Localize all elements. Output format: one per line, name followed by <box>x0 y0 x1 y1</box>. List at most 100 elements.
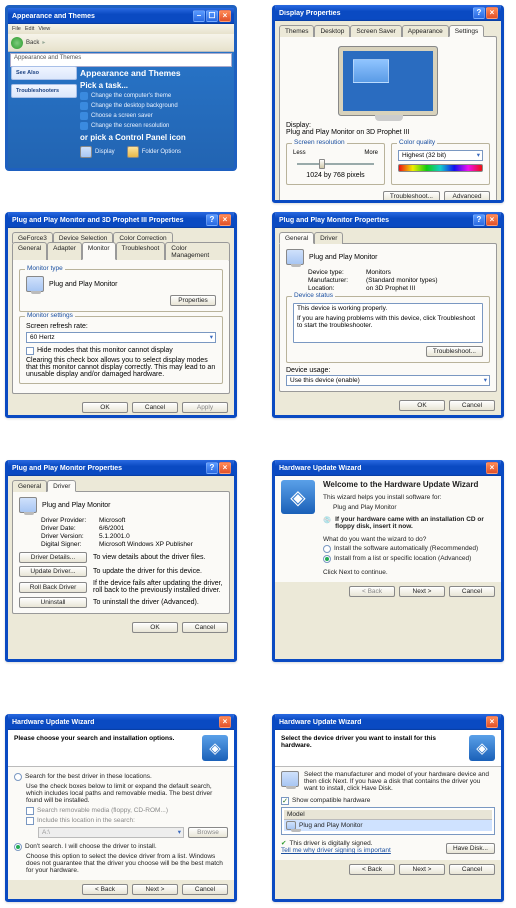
radio-icon <box>14 773 22 781</box>
check-location[interactable]: Include this location in the search: <box>26 817 228 825</box>
tab-driver[interactable]: Driver <box>47 480 76 492</box>
cp-icon-folder[interactable]: Folder Options <box>127 146 181 158</box>
next-button[interactable]: Next > <box>132 884 178 895</box>
close-button[interactable]: × <box>219 716 231 728</box>
task-link[interactable]: Change the desktop background <box>80 102 228 110</box>
back-icon[interactable] <box>11 37 23 49</box>
maximize-button[interactable]: ☐ <box>206 10 218 22</box>
tab-general[interactable]: General <box>12 480 47 492</box>
check-removable[interactable]: Search removable media (floppy, CD-ROM..… <box>26 807 228 815</box>
radio-icon <box>323 555 331 563</box>
ok-button[interactable]: OK <box>399 400 445 411</box>
resolution-slider[interactable] <box>293 156 378 172</box>
update-driver-button[interactable]: Update Driver... <box>19 566 87 577</box>
cp-icon-display[interactable]: Display <box>80 146 115 158</box>
tab-appearance[interactable]: Appearance <box>402 25 449 37</box>
tab-troubleshoot[interactable]: Troubleshoot <box>116 242 166 260</box>
tab-themes[interactable]: Themes <box>279 25 314 37</box>
task-icon <box>80 92 88 100</box>
ok-button[interactable]: OK <box>82 402 128 413</box>
uninstall-button[interactable]: Uninstall <box>19 597 87 608</box>
resolution-label: Screen resolution <box>292 139 347 146</box>
tab-desktop[interactable]: Desktop <box>314 25 350 37</box>
signing-link[interactable]: Tell me why driver signing is important <box>281 847 391 854</box>
browse-button[interactable]: Browse <box>188 827 228 838</box>
task-link[interactable]: Change the screen resolution <box>80 122 228 130</box>
help-button[interactable]: ? <box>206 214 218 226</box>
see-also-card: See Also <box>11 66 77 80</box>
color-bar <box>398 164 483 172</box>
cancel-button[interactable]: Cancel <box>449 586 495 597</box>
path-select[interactable]: A:\ <box>38 827 184 838</box>
close-button[interactable]: × <box>486 462 498 474</box>
resolution-value: 1024 by 768 pixels <box>293 172 378 179</box>
task-link[interactable]: Change the computer's theme <box>80 92 228 100</box>
tab-general[interactable]: General <box>279 232 314 244</box>
cancel-button[interactable]: Cancel <box>449 864 495 875</box>
menu-edit[interactable]: Edit <box>25 26 34 32</box>
cancel-button[interactable]: Cancel <box>182 884 228 895</box>
window-title: Appearance and Themes <box>12 13 193 20</box>
close-button[interactable]: × <box>219 462 231 474</box>
folder-icon <box>127 146 139 158</box>
hide-modes-checkbox[interactable]: Hide modes that this monitor cannot disp… <box>26 347 216 355</box>
apply-button[interactable]: Apply <box>182 402 228 413</box>
checkbox-icon <box>26 347 34 355</box>
troubleshoot-button[interactable]: Troubleshoot... <box>383 191 440 202</box>
ok-button[interactable]: OK <box>132 622 178 633</box>
back-button[interactable]: < Back <box>349 586 395 597</box>
device-info: Device type:Monitors Manufacturer:(Stand… <box>308 269 490 292</box>
back-button[interactable]: < Back <box>349 864 395 875</box>
tab-monitor[interactable]: Monitor <box>82 242 116 260</box>
cd-icon: 💿 <box>323 516 331 530</box>
troubleshoot-button[interactable]: Troubleshoot... <box>426 346 483 357</box>
close-button[interactable]: × <box>486 716 498 728</box>
tab-color-management[interactable]: Color Management <box>165 242 230 260</box>
show-compatible-checkbox[interactable]: ✓Show compatible hardware <box>281 797 495 805</box>
next-button[interactable]: Next > <box>399 586 445 597</box>
list-item[interactable]: Plug and Play Monitor <box>284 820 492 831</box>
titlebar: Plug and Play Monitor and 3D Prophet III… <box>8 212 234 228</box>
radio-advanced[interactable]: Install from a list or specific location… <box>323 555 495 563</box>
cancel-button[interactable]: Cancel <box>449 400 495 411</box>
color-quality-select[interactable]: Highest (32 bit) <box>398 150 483 161</box>
tab-settings[interactable]: Settings <box>449 25 485 37</box>
close-button[interactable]: × <box>486 214 498 226</box>
tab-driver[interactable]: Driver <box>314 232 343 244</box>
rollback-driver-button[interactable]: Roll Back Driver <box>19 582 87 593</box>
help-button[interactable]: ? <box>473 214 485 226</box>
tab-general[interactable]: General <box>12 242 47 260</box>
driver-panel: Plug and Play Monitor Driver Provider:Mi… <box>12 491 230 614</box>
or-heading: or pick a Control Panel icon <box>80 133 228 142</box>
close-button[interactable]: × <box>219 10 231 22</box>
refresh-select[interactable]: 60 Hertz <box>26 332 216 343</box>
tab-adapter[interactable]: Adapter <box>47 242 82 260</box>
model-listbox[interactable]: Model Plug and Play Monitor <box>281 807 495 835</box>
back-label[interactable]: Back <box>26 40 39 46</box>
fwd-icon[interactable]: ▸ <box>42 39 45 46</box>
minimize-button[interactable]: – <box>193 10 205 22</box>
menu-view[interactable]: View <box>38 26 50 32</box>
close-button[interactable]: × <box>219 214 231 226</box>
advanced-button[interactable]: Advanced <box>444 191 490 202</box>
help-button[interactable]: ? <box>206 462 218 474</box>
task-link[interactable]: Choose a screen saver <box>80 112 228 120</box>
close-button[interactable]: × <box>486 7 498 19</box>
cancel-button[interactable]: Cancel <box>182 622 228 633</box>
device-usage-select[interactable]: Use this device (enable) <box>286 375 490 386</box>
radio-auto[interactable]: Install the software automatically (Reco… <box>323 545 495 553</box>
menu-file[interactable]: File <box>12 26 21 32</box>
driver-details-button[interactable]: Driver Details... <box>19 552 87 563</box>
have-disk-button[interactable]: Have Disk... <box>446 843 495 854</box>
address-bar[interactable]: Appearance and Themes <box>10 53 232 67</box>
radio-search[interactable]: Search for the best driver in these loca… <box>14 773 228 781</box>
properties-button[interactable]: Properties <box>170 295 216 306</box>
help-button[interactable]: ? <box>473 7 485 19</box>
radio-dont-search[interactable]: Don't search. I will choose the driver t… <box>14 843 228 851</box>
tab-screensaver[interactable]: Screen Saver <box>350 25 401 37</box>
welcome-heading: Welcome to the Hardware Update Wizard <box>323 480 495 489</box>
back-button[interactable]: < Back <box>82 884 128 895</box>
next-button[interactable]: Next > <box>399 864 445 875</box>
cancel-button[interactable]: Cancel <box>132 402 178 413</box>
checkbox-icon: ✓ <box>281 797 289 805</box>
